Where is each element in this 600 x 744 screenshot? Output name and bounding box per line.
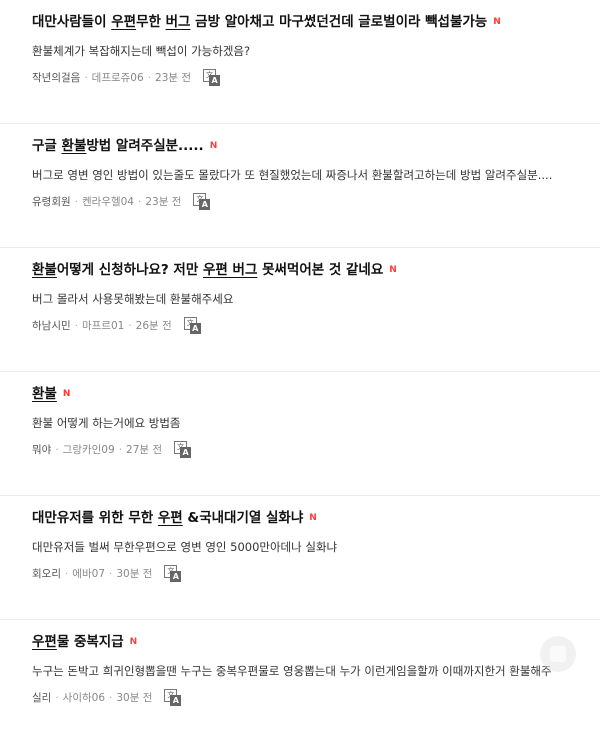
title-highlight: 우편 버그 <box>202 262 258 278</box>
meta-separator: · <box>74 195 78 208</box>
meta-separator: · <box>74 319 78 332</box>
post-meta: 뭐야 · 그랑카인09 · 27분 전 文A <box>32 441 192 458</box>
new-badge: N <box>62 389 71 399</box>
post-meta: 작년의걸음 · 데프로쥬06 · 23분 전 文A <box>32 69 221 86</box>
author-name[interactable]: 하남시민 <box>32 318 71 334</box>
title-highlight: 환불 <box>32 262 57 278</box>
meta-separator: · <box>128 319 132 332</box>
post-title[interactable]: 구글 환불방법 알려주실분..... N <box>32 136 590 156</box>
post-title[interactable]: 우편물 중복지급 N <box>32 632 590 652</box>
post-meta: 유령회원 · 켄라우헬04 · 23분 전 文A <box>32 193 211 210</box>
translate-icon-front: A <box>170 571 182 582</box>
post-time: 27분 전 <box>126 443 163 456</box>
post-list: 대만사람들이 우편무한 버그 금방 알아채고 마구썼던건데 글로벌이라 빽섭불가… <box>0 0 600 706</box>
post-item[interactable]: 환불어떻게 신청하나요? 저만 우편 버그 못써먹어본 것 같네요 N 버그 몰라… <box>0 248 600 372</box>
post-excerpt: 버그 몰라서 사용못해봤는데 환불해주세요 <box>32 292 234 306</box>
server-name: 마프르01 <box>81 319 125 332</box>
translate-icon-front: A <box>180 447 192 458</box>
post-item[interactable]: 구글 환불방법 알려주실분..... N 버그로 영변 영인 방법이 있는줄도 몰… <box>0 124 600 248</box>
title-highlight: 우편 <box>111 14 137 30</box>
server-name: 켄라우헬04 <box>81 195 134 208</box>
post-time: 30분 전 <box>116 567 153 580</box>
title-highlight: 환불 <box>61 138 87 154</box>
server-name: 사이하06 <box>62 691 106 704</box>
post-time: 30분 전 <box>116 691 153 704</box>
translate-icon[interactable]: 文A <box>183 317 202 334</box>
title-highlight: 우편 <box>157 510 183 526</box>
meta-separator: · <box>64 567 69 580</box>
title-text: 못써먹어본 것 같네요 <box>257 262 384 278</box>
post-meta: 하남시민 · 마프르01 · 26분 전 文A <box>32 317 202 334</box>
post-meta: 실리 · 사이하06 · 30분 전 文A <box>32 689 182 706</box>
post-meta: 회오리 · 에바07 · 30분 전 文A <box>32 565 182 582</box>
title-highlight: 환불 <box>32 386 57 402</box>
meta-separator: · <box>138 195 142 208</box>
translate-icon-front: A <box>199 199 211 210</box>
new-badge: N <box>493 17 501 27</box>
meta-separator: · <box>55 443 59 456</box>
post-title[interactable]: 대만사람들이 우편무한 버그 금방 알아채고 마구썼던건데 글로벌이라 빽섭불가… <box>32 12 590 32</box>
title-text: 대만유저를 위한 무한 <box>32 510 158 526</box>
author-name[interactable]: 뭐야 <box>32 442 51 458</box>
post-excerpt: 버그로 영변 영인 방법이 있는줄도 몰랐다가 또 현질했었는데 짜증나서 환불… <box>32 168 553 182</box>
new-badge: N <box>309 513 317 523</box>
post-excerpt: 누구는 돈박고 희귀인형뽑을땐 누구는 중복우편물로 영웅뽑는대 누가 이런게임… <box>32 664 552 678</box>
translate-icon[interactable]: 文A <box>164 689 182 706</box>
meta-separator: · <box>84 71 88 84</box>
post-item[interactable]: 우편물 중복지급 N 누구는 돈박고 희귀인형뽑을땐 누구는 중복우편물로 영웅뽑… <box>0 620 600 744</box>
meta-separator: · <box>118 443 123 456</box>
server-name: 에바07 <box>72 567 106 580</box>
author-name[interactable]: 실리 <box>32 690 51 706</box>
author-name[interactable]: 유령회원 <box>32 194 71 210</box>
post-item[interactable]: 환불 N 환불 어떻게 하는거에요 방법좀 뭐야 · 그랑카인09 · 27분 전… <box>0 372 600 496</box>
post-time: 26분 전 <box>135 319 172 332</box>
post-excerpt: 환불체계가 복잡해지는데 빽섭이 가능하겠음? <box>32 44 251 58</box>
meta-separator: · <box>147 71 152 84</box>
post-time: 23분 전 <box>145 195 182 208</box>
title-text: 무한 <box>136 14 166 30</box>
title-text: 구글 <box>32 138 62 154</box>
new-badge: N <box>129 637 138 647</box>
translate-icon-front: A <box>189 323 201 334</box>
translate-icon[interactable]: 文A <box>203 69 221 86</box>
post-item[interactable]: 대만사람들이 우편무한 버그 금방 알아채고 마구썼던건데 글로벌이라 빽섭불가… <box>0 0 600 124</box>
author-name[interactable]: 작년의걸음 <box>32 70 80 86</box>
translate-icon-front: A <box>209 75 221 86</box>
title-text: 물 중복지급 <box>56 634 124 650</box>
meta-separator: · <box>109 567 113 580</box>
post-excerpt: 대만유저들 벌써 무한우편으로 영변 영인 5000만아데나 실화냐 <box>32 540 338 554</box>
post-title[interactable]: 환불 N <box>32 384 590 404</box>
new-badge: N <box>389 265 397 275</box>
new-badge: N <box>209 141 218 151</box>
translate-icon[interactable]: 文A <box>164 565 182 582</box>
meta-separator: · <box>55 691 59 704</box>
title-text: &국내대기열 실화냐 <box>182 510 304 526</box>
post-excerpt: 환불 어떻게 하는거에요 방법좀 <box>32 416 181 430</box>
post-time: 23분 전 <box>155 71 192 84</box>
title-highlight: 버그 <box>165 14 191 30</box>
title-text: 금방 알아채고 마구썼던건데 글로벌이라 빽섭불가능 <box>190 14 488 30</box>
author-name[interactable]: 회오리 <box>32 566 61 582</box>
translate-icon[interactable]: 文A <box>174 441 192 458</box>
title-text: 대만사람들이 <box>32 14 112 30</box>
title-text: 어떻게 신청하나요? 저만 <box>56 262 203 278</box>
post-title[interactable]: 대만유저를 위한 무한 우편 &국내대기열 실화냐 N <box>32 508 590 528</box>
title-highlight: 우편 <box>32 634 57 650</box>
server-name: 그랑카인09 <box>62 443 115 456</box>
post-title[interactable]: 환불어떻게 신청하나요? 저만 우편 버그 못써먹어본 것 같네요 N <box>32 260 590 280</box>
meta-separator: · <box>109 691 113 704</box>
server-name: 데프로쥬06 <box>91 71 144 84</box>
post-item[interactable]: 대만유저를 위한 무한 우편 &국내대기열 실화냐 N 대만유저들 벌써 무한우편… <box>0 496 600 620</box>
title-text: 방법 알려주실분..... <box>86 138 204 154</box>
translate-icon[interactable]: 文A <box>193 193 211 210</box>
